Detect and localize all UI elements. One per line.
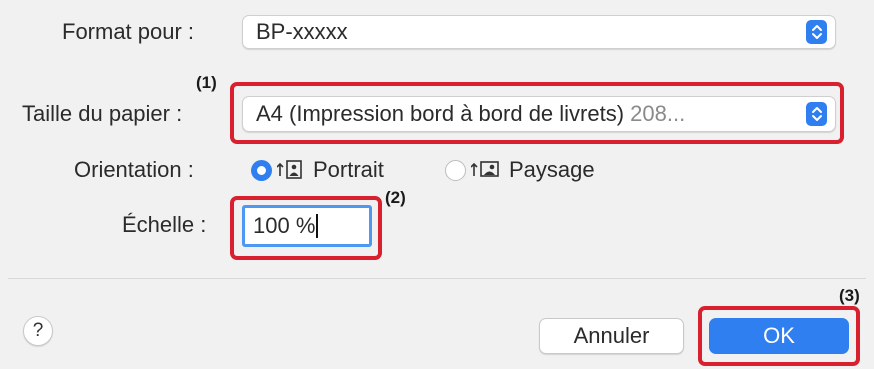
help-button[interactable]: ? (23, 316, 53, 346)
callout-2-number: (2) (385, 188, 406, 207)
orientation-label: Orientation : (74, 157, 194, 182)
up-down-stepper-icon (806, 20, 827, 44)
portrait-label[interactable]: Portrait (313, 157, 384, 183)
ok-button[interactable]: OK (709, 318, 849, 354)
landscape-orientation-icon (471, 161, 499, 177)
up-down-stepper-icon (806, 102, 827, 126)
landscape-radio[interactable] (445, 160, 466, 181)
scale-value: 100 % (253, 213, 316, 238)
paper-size-popup[interactable]: A4 (Impression bord à bord de livrets) 2… (242, 96, 836, 132)
portrait-orientation-icon (277, 160, 302, 179)
landscape-label[interactable]: Paysage (509, 157, 595, 183)
callout-1-number: (1) (196, 73, 217, 92)
format-for-value: BP-xxxxx (256, 19, 348, 44)
portrait-radio[interactable] (251, 160, 272, 181)
cancel-button[interactable]: Annuler (539, 318, 684, 354)
callout-3-number: (3) (839, 286, 860, 305)
paper-size-label: Taille du papier : (22, 101, 183, 126)
paper-size-dimensions: 208... (624, 101, 686, 126)
text-caret (316, 214, 319, 238)
format-for-popup[interactable]: BP-xxxxx (242, 15, 836, 49)
format-for-label: Format pour : (62, 19, 195, 44)
paper-size-value: A4 (Impression bord à bord de livrets) 2… (256, 101, 686, 126)
divider (8, 278, 866, 279)
scale-label: Échelle : (122, 212, 207, 237)
scale-input[interactable]: 100 % (242, 205, 372, 247)
